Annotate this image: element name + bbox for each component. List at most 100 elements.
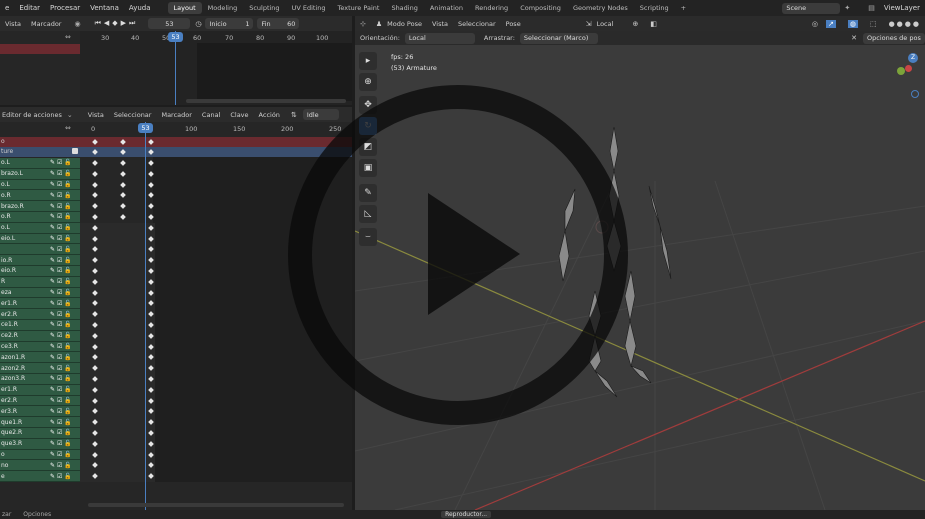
close-icon[interactable]: ✕ <box>851 34 857 42</box>
checkbox-icon[interactable]: ☑ <box>57 181 62 188</box>
pencil-icon[interactable]: ✎ <box>50 224 55 231</box>
checkbox-icon[interactable]: ☑ <box>57 278 62 285</box>
checkbox-icon[interactable]: ☑ <box>57 267 62 274</box>
tab-sculpting[interactable]: Sculpting <box>243 2 285 14</box>
playhead-line[interactable] <box>175 31 176 105</box>
pencil-icon[interactable]: ✎ <box>50 235 55 242</box>
channel-row[interactable]: azon2.R ✎ ☑ 🔓 <box>0 363 80 374</box>
checkbox-icon[interactable]: ☑ <box>57 203 62 210</box>
lock-icon[interactable]: 🔓 <box>64 408 71 415</box>
pencil-icon[interactable]: ✎ <box>50 170 55 177</box>
keyframe-row[interactable] <box>80 212 155 223</box>
pencil-icon[interactable]: ✎ <box>50 440 55 447</box>
checkbox-icon[interactable]: ☑ <box>57 300 62 307</box>
checkbox-icon[interactable]: ☑ <box>57 213 62 220</box>
keyframe-row[interactable] <box>80 417 155 428</box>
lock-icon[interactable]: 🔓 <box>64 397 71 404</box>
pencil-icon[interactable]: ✎ <box>50 354 55 361</box>
lock-icon[interactable]: 🔓 <box>64 246 71 253</box>
channel-row[interactable]: brazo.L ✎ ☑ 🔓 <box>0 168 80 180</box>
visibility-icon[interactable]: ◎ <box>812 20 818 28</box>
checkbox-icon[interactable]: ☑ <box>57 354 62 361</box>
lock-icon[interactable]: 🔓 <box>64 440 71 447</box>
shading-mode-icons[interactable]: ●●●● <box>889 20 921 28</box>
keyframe-row[interactable] <box>80 190 155 201</box>
checkbox-icon[interactable]: ☑ <box>57 365 62 372</box>
end-frame-field[interactable]: Fin 60 <box>257 18 300 29</box>
start-frame-field[interactable]: Inicio 1 <box>205 18 254 29</box>
lock-icon[interactable]: 🔓 <box>64 289 71 296</box>
overlay-toggle-icon[interactable]: ◍ <box>847 19 858 28</box>
channel-row[interactable]: que1.R ✎ ☑ 🔓 <box>0 417 80 428</box>
checkbox-icon[interactable]: ☑ <box>57 224 62 231</box>
keyframe-row[interactable] <box>80 255 155 266</box>
lock-icon[interactable]: 🔓 <box>64 321 71 328</box>
lock-icon[interactable]: 🔓 <box>64 429 71 436</box>
select-box-icon[interactable]: ▸ <box>359 52 377 70</box>
tab-layout[interactable]: Layout <box>167 2 202 14</box>
lock-icon[interactable]: 🔓 <box>64 278 71 285</box>
checkbox-icon[interactable]: ☑ <box>57 386 62 393</box>
pencil-icon[interactable]: ✎ <box>50 289 55 296</box>
checkbox-icon[interactable]: ☑ <box>57 473 62 480</box>
checkbox-icon[interactable]: ☑ <box>57 451 62 458</box>
channel-row[interactable]: eio.L ✎ ☑ 🔓 <box>0 233 80 245</box>
viewport-menu-select[interactable]: Seleccionar <box>453 20 501 28</box>
channel-row[interactable]: io.R ✎ ☑ 🔓 <box>0 255 80 266</box>
keyframe-diamond[interactable] <box>148 149 154 155</box>
keyframe-row[interactable] <box>80 384 155 396</box>
lock-icon[interactable]: 🔓 <box>64 354 71 361</box>
pencil-icon[interactable]: ✎ <box>50 278 55 285</box>
pencil-icon[interactable]: ✎ <box>50 257 55 264</box>
keyframe-diamond[interactable] <box>92 149 98 155</box>
dopesheet-menu-select[interactable]: Seleccionar <box>109 111 157 119</box>
dopesheet-scrollbar[interactable] <box>88 503 344 507</box>
checkbox-icon[interactable]: ☑ <box>57 192 62 199</box>
pivot-icon[interactable]: ⊕ <box>632 20 638 28</box>
orientation-selector[interactable]: Local <box>404 32 475 44</box>
checkbox-icon[interactable]: ☑ <box>57 419 62 426</box>
menu-window[interactable]: Ventana <box>85 4 124 12</box>
editor-type-icon[interactable]: ⊹ <box>360 20 366 28</box>
keyframe-row[interactable] <box>80 169 155 180</box>
lock-icon[interactable]: 🔓 <box>64 451 71 458</box>
lock-icon[interactable]: 🔓 <box>64 462 71 469</box>
tab-texture-paint[interactable]: Texture Paint <box>331 2 385 14</box>
tab-animation[interactable]: Animation <box>424 2 469 14</box>
checkbox-icon[interactable]: ☑ <box>57 343 62 350</box>
channel-row[interactable]: que3.R ✎ ☑ 🔓 <box>0 438 80 450</box>
keyframe-row[interactable] <box>80 330 155 342</box>
channel-row[interactable]: ce3.R ✎ ☑ 🔓 <box>0 341 80 353</box>
keyframe-row[interactable] <box>80 320 155 331</box>
keyframe-row[interactable] <box>80 158 155 169</box>
keyframe-row[interactable] <box>80 460 155 472</box>
keyframe-row[interactable] <box>80 428 155 439</box>
checkbox-icon[interactable]: ☑ <box>57 257 62 264</box>
checkbox-icon[interactable]: ☑ <box>57 408 62 415</box>
xray-icon[interactable]: ⬚ <box>870 20 877 28</box>
pencil-icon[interactable]: ✎ <box>50 397 55 404</box>
channel-row[interactable]: o.L ✎ ☑ 🔓 <box>0 179 80 191</box>
keyframe-diamond[interactable] <box>92 139 98 145</box>
lock-icon[interactable]: 🔓 <box>64 213 71 220</box>
gizmo-toggle-icon[interactable]: ↗ <box>825 19 836 28</box>
snap-icon[interactable]: ◧ <box>650 20 657 28</box>
keyframe-row[interactable] <box>80 363 155 374</box>
dopesheet-menu-marker[interactable]: Marcador <box>156 111 196 119</box>
channel-row[interactable]: o.R ✎ ☑ 🔓 <box>0 190 80 202</box>
tab-compositing[interactable]: Compositing <box>514 2 567 14</box>
pencil-icon[interactable]: ✎ <box>50 365 55 372</box>
channel-row[interactable]: que2.R ✎ ☑ 🔓 <box>0 427 80 439</box>
chevron-down-icon[interactable]: ⌄ <box>67 111 73 119</box>
channel-row[interactable]: eza ✎ ☑ 🔓 <box>0 287 80 299</box>
pin-icon[interactable]: ✦ <box>844 4 850 12</box>
checkbox-icon[interactable]: ☑ <box>57 170 62 177</box>
checkbox-icon[interactable]: ☑ <box>57 311 62 318</box>
channel-row[interactable]: o.L ✎ ☑ 🔓 <box>0 222 80 234</box>
channel-row[interactable]: R ✎ ☑ 🔓 <box>0 276 80 288</box>
channel-row[interactable]: azon1.R ✎ ☑ 🔓 <box>0 352 80 364</box>
keyframe-row[interactable] <box>80 244 155 256</box>
dopesheet-menu-key[interactable]: Clave <box>225 111 253 119</box>
channel-row[interactable]: er2.R ✎ ☑ 🔓 <box>0 309 80 320</box>
play-icon[interactable] <box>428 193 520 315</box>
